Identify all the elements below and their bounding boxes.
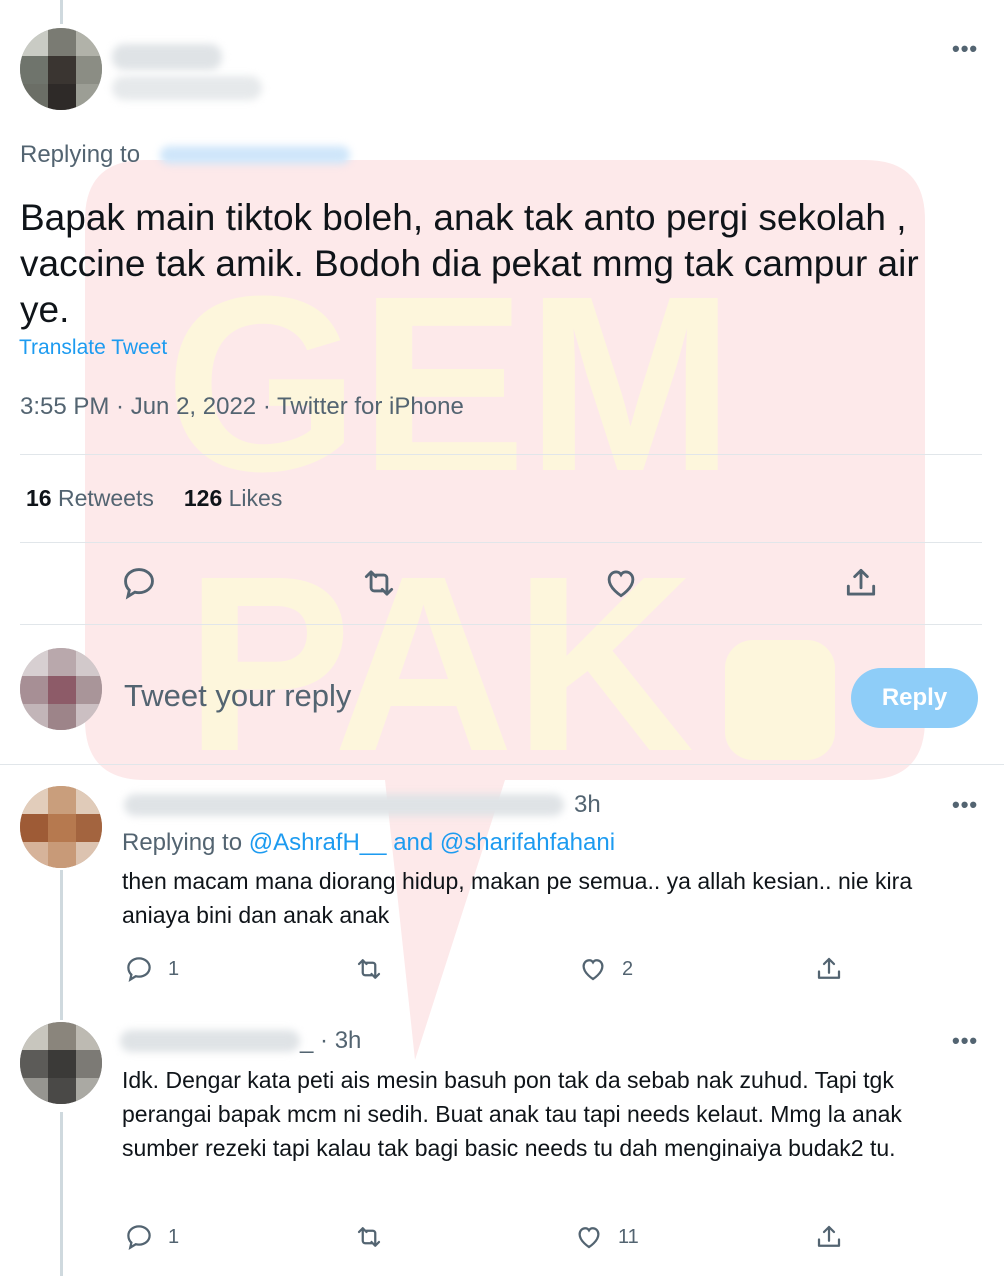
more-horizontal-icon[interactable]: •••	[952, 792, 978, 818]
reply-action[interactable]: 1	[124, 954, 179, 984]
thread-line-top	[60, 0, 63, 24]
replying-to-handle-redacted[interactable]	[160, 146, 350, 164]
thread-line-reply-2	[60, 1112, 63, 1276]
like-count: 2	[622, 957, 634, 980]
replying-to-label: Replying to	[122, 829, 243, 856]
reply-count: 1	[168, 957, 180, 980]
replying-to-label: Replying to	[20, 141, 141, 168]
author-name-redacted	[112, 44, 222, 70]
more-horizontal-icon[interactable]: •••	[952, 36, 978, 62]
reply-time-value: 3h	[574, 791, 601, 818]
tweet-stats: 16 Retweets 126 Likes	[26, 485, 282, 512]
replying-to-line: Replying to	[20, 141, 140, 169]
reply-text: then macam mana diorang hidup, makan pe …	[122, 868, 913, 928]
reply-count: 1	[168, 1225, 180, 1248]
reply-button[interactable]: Reply	[851, 668, 978, 728]
share-icon[interactable]	[842, 564, 880, 602]
divider	[20, 624, 982, 625]
retweets-stat[interactable]: 16 Retweets	[26, 485, 154, 511]
mention-link[interactable]: @AshrafH__	[249, 829, 387, 856]
retweet-icon	[357, 1227, 381, 1247]
likes-label: Likes	[228, 485, 283, 511]
likes-count: 126	[183, 485, 223, 511]
reply-time-value: 3h	[334, 1027, 362, 1054]
heart-icon	[582, 959, 604, 981]
retweets-label: Retweets	[57, 485, 154, 511]
reply-text: Idk. Dengar kata peti ais mesin basuh po…	[122, 1067, 902, 1161]
retweet-action[interactable]	[354, 1222, 384, 1252]
reply-bubble-icon	[127, 1225, 151, 1250]
divider	[20, 454, 982, 455]
tweet-meta[interactable]: 3:55 PM · Jun 2, 2022 · Twitter for iPho…	[20, 393, 464, 421]
divider	[20, 542, 982, 543]
retweet-icon	[357, 959, 381, 979]
reply-time: _ · 3h	[300, 1027, 361, 1055]
more-horizontal-icon[interactable]: •••	[952, 1028, 978, 1054]
author-handle-redacted	[112, 76, 262, 100]
tweet-text: Bapak main tiktok boleh, anak tak anto p…	[20, 197, 919, 330]
likes-stat[interactable]: 126 Likes	[184, 485, 282, 511]
heart-icon[interactable]	[602, 564, 640, 602]
heart-icon	[578, 1227, 600, 1249]
author-avatar[interactable]	[20, 28, 102, 110]
share-icon	[817, 957, 841, 979]
reply-bubble-icon[interactable]	[120, 564, 158, 602]
share-icon	[817, 1225, 841, 1247]
reply-handle-tail: _ ·	[300, 1027, 329, 1054]
user-avatar[interactable]	[20, 648, 102, 730]
reply-action[interactable]: 1	[124, 1222, 179, 1252]
like-action[interactable]: 2	[578, 954, 633, 984]
tweet-reply-input[interactable]: Tweet your reply	[124, 678, 351, 714]
mention-link[interactable]: @sharifahfahani	[440, 829, 615, 856]
reply-replying-to: Replying to @AshrafH__ and @sharifahfaha…	[122, 829, 615, 857]
mention-join: and	[393, 829, 434, 856]
reply-avatar[interactable]	[20, 1022, 102, 1104]
share-action[interactable]	[814, 954, 844, 984]
thread-line-reply-1	[60, 870, 63, 1020]
reply-time: 3h	[574, 791, 601, 819]
retweet-action[interactable]	[354, 954, 384, 984]
divider	[0, 764, 1004, 765]
reply-bubble-icon	[127, 957, 151, 982]
reply-avatar[interactable]	[20, 786, 102, 868]
like-count: 11	[618, 1225, 639, 1248]
retweets-count: 16	[26, 485, 52, 511]
translate-tweet-link[interactable]: Translate Tweet	[19, 336, 167, 360]
retweet-icon[interactable]	[360, 564, 398, 602]
reply-author-redacted[interactable]	[124, 794, 564, 816]
share-action[interactable]	[814, 1222, 844, 1252]
reply-author-redacted[interactable]	[120, 1030, 300, 1052]
like-action[interactable]: 11	[574, 1222, 639, 1252]
